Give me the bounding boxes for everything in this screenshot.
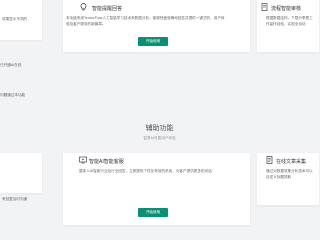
partial-text: 问题通过本功能 — [0, 93, 26, 97]
card-description: 本功能采用TensorFlow人工智能学习技术来数据分析，能够快速准确地回答并提… — [66, 16, 225, 26]
feature-card-left-partial: 效果显示不同的 — [0, 0, 42, 40]
feature-card-flow-review: 流程智能审核 根据数据结构，下载分享是工作量作经验，实现全自动 — [257, 0, 319, 52]
card-title: 在线文章采集 — [276, 159, 307, 165]
card-title: 流程智能审核 — [271, 6, 302, 12]
card-description: 有回复及时沟通 — [2, 197, 28, 201]
feature-card-left-partial-bottom: 有回复及时沟通 — [0, 153, 42, 201]
feature-card-ai-service: 智能AI智能客服 整体人AI智能行业及行业回答，立即提供个性化有效的系统，为客户… — [63, 153, 250, 225]
start-button[interactable]: 开始使用 — [138, 208, 168, 217]
article-icon — [266, 156, 273, 164]
card-description: 通过对数据采集分析技术可以自定义标题抓取 — [266, 169, 313, 179]
card-title: 智能提醒回答 — [92, 6, 123, 12]
start-button[interactable]: 开始使用 — [138, 37, 168, 46]
feature-card-article-collect: 在线文章采集 通过对数据采集分析技术可以自定义标题抓取 — [257, 153, 319, 205]
section-title: 辅助功能 — [145, 125, 174, 132]
document-icon — [261, 3, 268, 11]
card-title: 智能AI智能客服 — [89, 159, 124, 165]
card-description: 整体人AI智能行业及行业回答，立即提供个性化有效的系统，为客户提供更多的对话 — [79, 169, 212, 173]
monitor-chat-icon — [79, 156, 87, 164]
lightbulb-icon — [80, 3, 87, 11]
card-description: 根据数据结构，下载分享是工作量作经验，实现全自动 — [266, 16, 313, 26]
partial-text: 已开通AI在线 — [0, 63, 22, 67]
section-subtitle: 智慧AI改善用户体验 — [143, 136, 176, 140]
feature-card-smart-reply: 智能提醒回答 本功能采用TensorFlow人工智能学习技术来数据分析，能够快速… — [63, 0, 250, 52]
card-description: 效果显示不同的 — [2, 17, 28, 21]
